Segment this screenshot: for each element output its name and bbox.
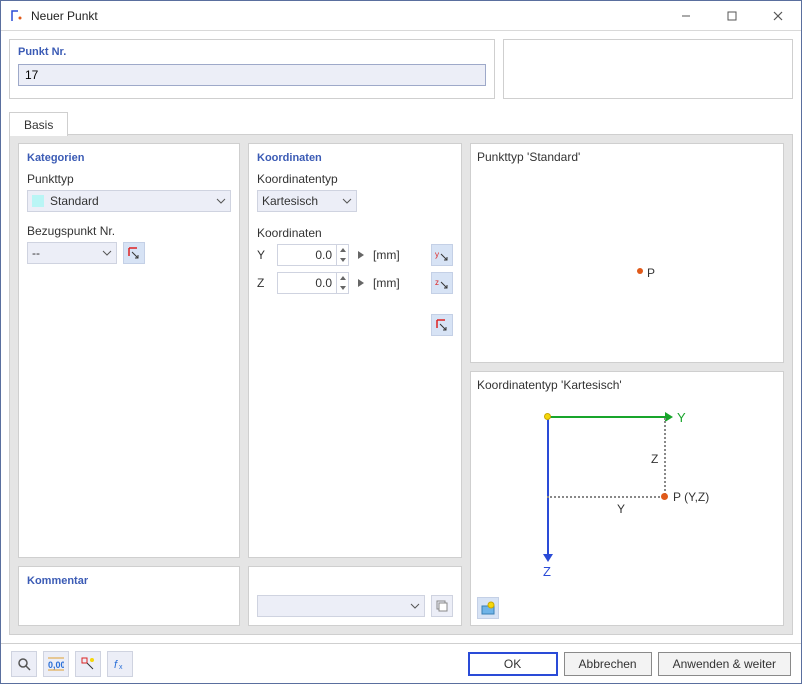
titlebar: Neuer Punkt bbox=[1, 1, 801, 31]
maximize-button[interactable] bbox=[709, 1, 755, 31]
axis-z-line bbox=[547, 416, 549, 556]
axis-y-label: Y bbox=[257, 248, 271, 262]
axis-z-label: Z bbox=[257, 276, 271, 290]
window-title: Neuer Punkt bbox=[31, 9, 663, 23]
bezugspunkt-label: Bezugspunkt Nr. bbox=[27, 224, 231, 238]
koordinaten-sublabel: Koordinaten bbox=[257, 226, 453, 240]
punkttyp-select[interactable]: Standard bbox=[27, 190, 231, 212]
preview-point-label: P bbox=[647, 266, 655, 280]
pick-y-button[interactable]: y bbox=[431, 244, 453, 266]
coord-y-input[interactable]: 0.0 bbox=[277, 244, 349, 266]
blank-preview-top bbox=[503, 39, 793, 99]
kommentar-box: Kommentar bbox=[18, 566, 240, 626]
tab-body: Kategorien Punkttyp Standard Bezugspunkt… bbox=[9, 135, 793, 635]
coord-z-input[interactable]: 0.0 bbox=[277, 272, 349, 294]
pick-bezugspunkt-button[interactable] bbox=[123, 242, 145, 264]
chevron-down-icon bbox=[216, 198, 226, 204]
coord-z-value: 0.0 bbox=[278, 276, 336, 290]
pick-z-button[interactable]: z bbox=[431, 272, 453, 294]
tab-basis[interactable]: Basis bbox=[9, 112, 68, 136]
coord-row-z: Z 0.0 [mm] z bbox=[257, 272, 453, 294]
preview-settings-button[interactable] bbox=[477, 597, 499, 619]
axis-z-name: Z bbox=[543, 564, 551, 579]
app-icon bbox=[9, 8, 25, 24]
kommentar-input-box bbox=[248, 566, 462, 626]
left-column: Kategorien Punkttyp Standard Bezugspunkt… bbox=[18, 143, 240, 626]
spin-up-icon[interactable] bbox=[337, 245, 348, 255]
koordinaten-box: Koordinaten Koordinatentyp Kartesisch Ko… bbox=[248, 143, 462, 558]
expand-z-icon[interactable] bbox=[355, 279, 367, 287]
tool-formula-button[interactable]: fx bbox=[107, 651, 133, 677]
chevron-down-icon bbox=[342, 198, 352, 204]
coord-row-y: Y 0.0 [mm] y bbox=[257, 244, 453, 266]
chevron-down-icon bbox=[410, 603, 420, 609]
punkttyp-swatch bbox=[32, 195, 44, 207]
kategorien-heading: Kategorien bbox=[27, 152, 231, 164]
footer: 0,00 fx OK Abbrechen Anwenden & weiter bbox=[1, 643, 801, 683]
bezugspunkt-value: -- bbox=[32, 246, 40, 260]
kommentar-combo[interactable] bbox=[257, 595, 425, 617]
tab-strip: Basis bbox=[1, 103, 801, 135]
koordinaten-heading: Koordinaten bbox=[257, 152, 453, 164]
content-area: Punkt Nr. Basis Kategorien Punkttyp Stan… bbox=[1, 31, 801, 643]
punkt-nr-group: Punkt Nr. bbox=[9, 39, 495, 99]
middle-column: Koordinaten Koordinatentyp Kartesisch Ko… bbox=[248, 143, 462, 626]
svg-text:z: z bbox=[435, 278, 439, 287]
svg-text:f: f bbox=[114, 659, 118, 671]
apply-next-button[interactable]: Anwenden & weiter bbox=[658, 652, 791, 676]
ok-button[interactable]: OK bbox=[468, 652, 558, 676]
koordinatentyp-preview: Koordinatentyp 'Kartesisch' Y Z P (Y,Z) bbox=[470, 371, 784, 626]
point-pyz-label: P (Y,Z) bbox=[673, 490, 709, 504]
dash-vertical bbox=[664, 418, 666, 498]
punkt-nr-input[interactable] bbox=[18, 64, 486, 86]
point-pyz-icon bbox=[661, 493, 668, 500]
koordinatentyp-value: Kartesisch bbox=[262, 194, 318, 208]
right-column: Punkttyp 'Standard' P Koordinatentyp 'Ka… bbox=[470, 143, 784, 626]
kommentar-heading: Kommentar bbox=[27, 575, 231, 587]
punkttyp-preview-caption: Punkttyp 'Standard' bbox=[477, 150, 777, 164]
coordinate-diagram: Y Z P (Y,Z) Y Z bbox=[477, 396, 777, 619]
kommentar-library-button[interactable] bbox=[431, 595, 453, 617]
bezugspunkt-select[interactable]: -- bbox=[27, 242, 117, 264]
origin-dot-icon bbox=[544, 413, 551, 420]
coord-y-spinner[interactable] bbox=[336, 245, 348, 265]
arrow-right-icon bbox=[665, 412, 673, 422]
kategorien-box: Kategorien Punkttyp Standard Bezugspunkt… bbox=[18, 143, 240, 558]
pick-point-button[interactable] bbox=[431, 314, 453, 336]
arrow-down-icon bbox=[543, 554, 553, 562]
cancel-button[interactable]: Abbrechen bbox=[564, 652, 652, 676]
punkttyp-value: Standard bbox=[50, 194, 99, 208]
spin-up-icon[interactable] bbox=[337, 273, 348, 283]
preview-point-icon bbox=[637, 268, 643, 274]
mid-y-label: Y bbox=[617, 502, 625, 516]
svg-text:x: x bbox=[119, 664, 123, 671]
punkt-nr-label: Punkt Nr. bbox=[18, 46, 486, 58]
spin-down-icon[interactable] bbox=[337, 283, 348, 293]
coord-z-spinner[interactable] bbox=[336, 273, 348, 293]
svg-text:y: y bbox=[435, 250, 439, 259]
mid-z-label: Z bbox=[651, 452, 658, 466]
tool-snap-button[interactable] bbox=[75, 651, 101, 677]
coord-y-value: 0.0 bbox=[278, 248, 336, 262]
tool-search-button[interactable] bbox=[11, 651, 37, 677]
axis-y-line bbox=[547, 416, 667, 418]
punkttyp-preview: Punkttyp 'Standard' P bbox=[470, 143, 784, 363]
tool-units-button[interactable]: 0,00 bbox=[43, 651, 69, 677]
coord-z-unit: [mm] bbox=[373, 276, 405, 290]
minimize-button[interactable] bbox=[663, 1, 709, 31]
koord-preview-caption: Koordinatentyp 'Kartesisch' bbox=[477, 378, 777, 392]
punkttyp-label: Punkttyp bbox=[27, 172, 231, 186]
dash-horizontal bbox=[547, 496, 667, 498]
axis-y-name: Y bbox=[677, 410, 686, 425]
koordinatentyp-select[interactable]: Kartesisch bbox=[257, 190, 357, 212]
svg-text:0,00: 0,00 bbox=[48, 660, 64, 670]
dialog-window: Neuer Punkt Punkt Nr. Basis bbox=[0, 0, 802, 684]
chevron-down-icon bbox=[102, 250, 112, 256]
koordinatentyp-label: Koordinatentyp bbox=[257, 172, 453, 186]
expand-y-icon[interactable] bbox=[355, 251, 367, 259]
coord-y-unit: [mm] bbox=[373, 248, 405, 262]
close-button[interactable] bbox=[755, 1, 801, 31]
spin-down-icon[interactable] bbox=[337, 255, 348, 265]
